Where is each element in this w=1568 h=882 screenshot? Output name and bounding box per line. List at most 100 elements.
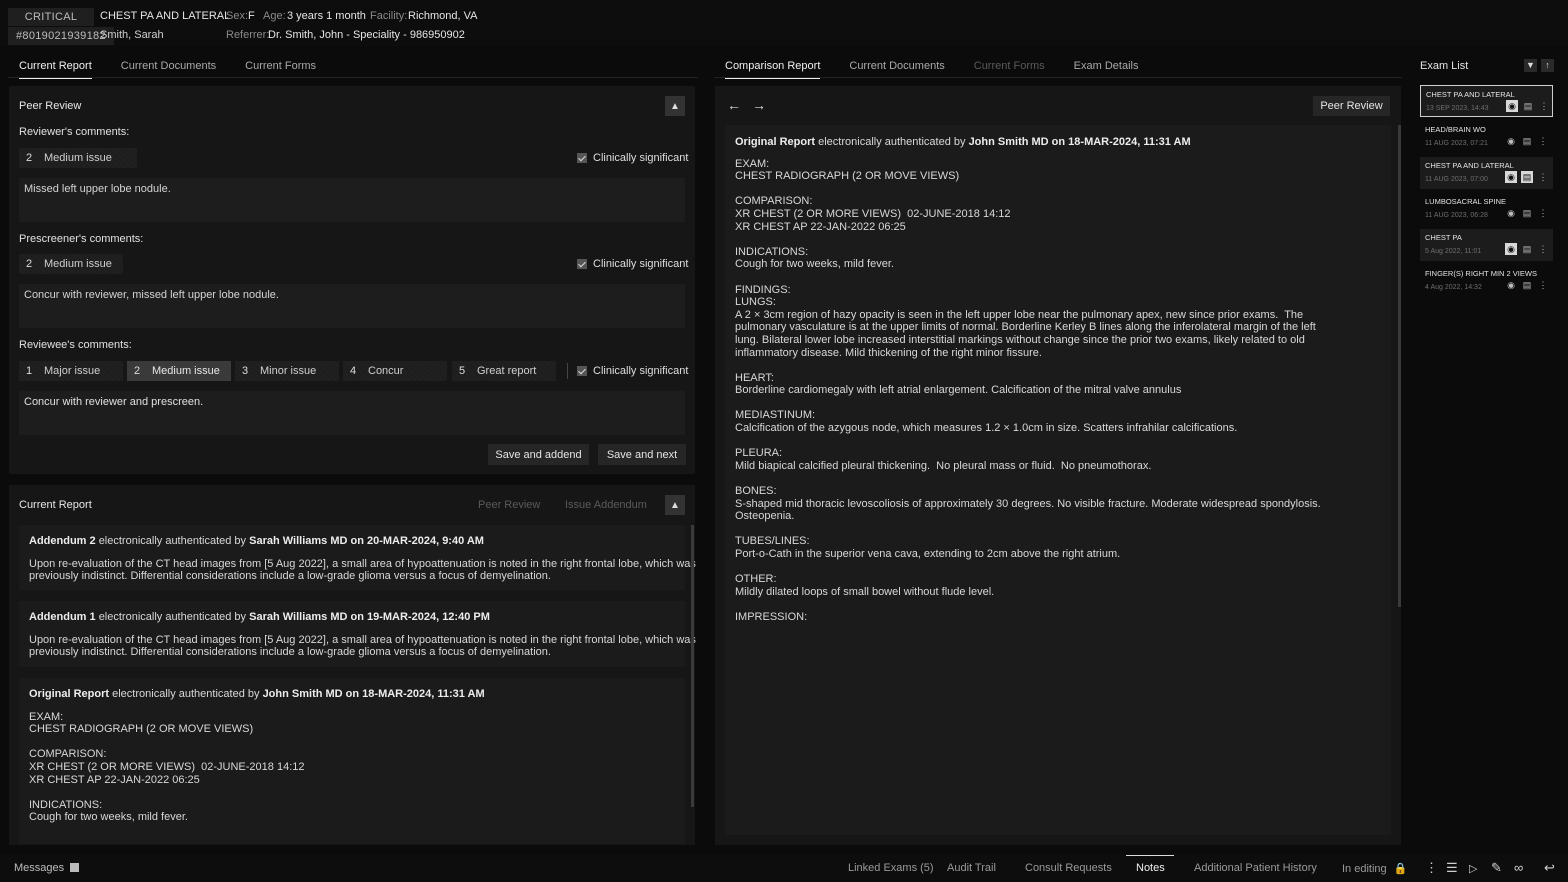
- kebab-icon[interactable]: ⋮: [1537, 207, 1549, 219]
- report-line: [735, 523, 1321, 536]
- checkbox-icon: [577, 153, 587, 163]
- checkbox-label: Clinically significant: [593, 258, 689, 270]
- chip-label: Great report: [477, 365, 537, 377]
- report-line: EXAM:: [735, 157, 770, 170]
- reviewee-option-concur[interactable]: 4 Concur: [343, 361, 447, 381]
- kebab-icon[interactable]: ⋮: [1537, 243, 1549, 255]
- kebab-icon[interactable]: ⋮: [1537, 171, 1549, 183]
- link-icon[interactable]: ∞: [1514, 860, 1523, 875]
- checkbox-label: Clinically significant: [593, 365, 689, 377]
- peer-review-link[interactable]: Peer Review: [478, 499, 540, 511]
- sex-label: Sex:: [226, 10, 249, 22]
- divider: [567, 363, 568, 379]
- checkbox-icon: [577, 366, 587, 376]
- arrow-right-icon[interactable]: →: [752, 97, 768, 113]
- report-line: EXAM:: [29, 710, 64, 723]
- messages-button[interactable]: Messages: [14, 862, 80, 874]
- exam-name: CHEST PA: [1425, 233, 1462, 242]
- report-line: Port-o-Cath in the superior vena cava, e…: [735, 548, 1121, 560]
- addendum-text: previously indistinct. Differential cons…: [29, 646, 551, 659]
- addendum-2: Addendum 2 electronically authenticated …: [29, 535, 696, 583]
- tab-divider-right: [714, 77, 1402, 78]
- reviewee-comment-input[interactable]: Concur with reviewer and prescreen.: [19, 391, 685, 435]
- eye-icon[interactable]: ◉: [1505, 279, 1517, 291]
- auth-text: electronically authenticated by: [818, 136, 966, 148]
- report-line: INDICATIONS:: [735, 245, 809, 258]
- document-icon[interactable]: ▤: [1521, 135, 1533, 147]
- reviewer-clinically-significant[interactable]: Clinically significant: [577, 152, 688, 164]
- kebab-icon[interactable]: ⋮: [1538, 100, 1550, 112]
- exam-list-item[interactable]: CHEST PA AND LATERAL 11 AUG 2023, 07:00 ◉ ▤…: [1420, 157, 1553, 189]
- report-line: IMPRESSION:: [735, 610, 808, 623]
- exam-title: CHEST PA AND LATERAL: [100, 10, 231, 22]
- reviewee-option-great[interactable]: 5 Great report: [452, 361, 556, 381]
- reviewee-option-minor[interactable]: 3 Minor issue: [235, 361, 339, 381]
- reviewee-clinically-significant[interactable]: Clinically significant: [577, 365, 688, 377]
- messages-label: Messages: [14, 862, 65, 874]
- document-icon[interactable]: ▤: [1521, 171, 1533, 183]
- document-icon[interactable]: ▤: [1521, 279, 1533, 291]
- report-line: inflammatory disease. Mild thickening of…: [735, 346, 1042, 359]
- report-scrollbar[interactable]: [691, 525, 694, 807]
- eye-icon[interactable]: ◉: [1506, 100, 1518, 112]
- active-tab-indicator: [1126, 855, 1174, 856]
- kebab-icon[interactable]: ⋮: [1537, 279, 1549, 291]
- footer-tab-notes[interactable]: Notes: [1136, 862, 1165, 874]
- document-icon[interactable]: ▤: [1522, 100, 1534, 112]
- kebab-icon[interactable]: ⋮: [1425, 860, 1438, 876]
- play-icon[interactable]: ▷: [1469, 862, 1477, 875]
- report-line: INDICATIONS:: [29, 798, 103, 811]
- report-label: Original Report: [29, 688, 110, 700]
- eye-icon[interactable]: ◉: [1505, 135, 1517, 147]
- chip-number: 5: [458, 365, 466, 377]
- document-icon[interactable]: ▤: [1521, 243, 1533, 255]
- report-line: Cough for two weeks, mild fever.: [735, 258, 894, 271]
- exam-list-item[interactable]: LUMBOSACRAL SPINE 11 AUG 2023, 06:28 ◉ ▤ ⋮: [1420, 193, 1553, 225]
- prescreener-clinically-significant[interactable]: Clinically significant: [577, 258, 688, 270]
- reviewee-comments-label: Reviewee's comments:: [19, 339, 132, 351]
- eye-icon[interactable]: ◉: [1505, 243, 1517, 255]
- footer-tab-audit-trail[interactable]: Audit Trail: [947, 862, 996, 874]
- comparison-peer-review-button[interactable]: Peer Review: [1313, 96, 1390, 116]
- filter-icon[interactable]: ▼: [1524, 59, 1537, 72]
- footer-tab-consult-requests[interactable]: Consult Requests: [1025, 862, 1112, 874]
- exam-list-item[interactable]: CHEST PA 5 Aug 2022, 11:01 ◉ ▤ ⋮: [1420, 229, 1553, 261]
- reviewee-option-major[interactable]: 1 Major issue: [19, 361, 123, 381]
- footer-tab-additional-history[interactable]: Additional Patient History: [1194, 862, 1317, 874]
- document-icon[interactable]: ▤: [1521, 207, 1533, 219]
- addendum-1: Addendum 1 electronically authenticated …: [29, 611, 696, 659]
- upload-icon[interactable]: ↑: [1541, 59, 1554, 72]
- message-icon: [70, 863, 80, 872]
- addendum-text: previously indistinct. Differential cons…: [29, 570, 551, 583]
- exam-list-item[interactable]: CHEST PA AND LATERAL 13 SEP 2023, 14:43 ◉ ▤…: [1420, 85, 1553, 117]
- accession-badge[interactable]: #8019021939182: [8, 27, 114, 45]
- eye-icon[interactable]: ◉: [1505, 171, 1517, 183]
- report-line: [735, 397, 1321, 410]
- addendum-label: Addendum 2: [29, 535, 96, 547]
- arrow-left-icon[interactable]: ←: [727, 97, 743, 113]
- save-and-next-button[interactable]: Save and next: [598, 444, 686, 465]
- issue-addendum-link[interactable]: Issue Addendum: [565, 499, 647, 511]
- report-line: [29, 736, 485, 749]
- reviewee-option-medium[interactable]: 2 Medium issue: [127, 361, 231, 381]
- referrer-value: Dr. Smith, John - Speciality - 986950902: [268, 29, 465, 41]
- return-icon[interactable]: ↩: [1544, 860, 1555, 876]
- collapse-peer-review-button[interactable]: ▲: [665, 96, 685, 116]
- collapse-current-report-button[interactable]: ▲: [665, 495, 685, 515]
- checklist-icon[interactable]: ☰: [1446, 860, 1458, 876]
- exam-list-item[interactable]: FINGER(S) RIGHT MIN 2 VIEWS 4 Aug 2022, 1…: [1420, 265, 1553, 297]
- exam-name: FINGER(S) RIGHT MIN 2 VIEWS: [1425, 269, 1537, 278]
- exam-date: 5 Aug 2022, 11:01: [1425, 248, 1482, 255]
- comparison-scrollbar[interactable]: [1398, 125, 1401, 607]
- facility-label: Facility:: [370, 10, 408, 22]
- kebab-icon[interactable]: ⋮: [1537, 135, 1549, 147]
- eye-icon[interactable]: ◉: [1505, 207, 1517, 219]
- save-and-addend-button[interactable]: Save and addend: [488, 444, 589, 465]
- tab-divider: [8, 77, 698, 78]
- exam-list-item[interactable]: HEAD/BRAIN WO 11 AUG 2023, 07:21 ◉ ▤ ⋮: [1420, 121, 1553, 153]
- footer-tab-linked-exams[interactable]: Linked Exams (5): [848, 862, 934, 874]
- chevron-up-icon: ▲: [670, 100, 680, 112]
- report-body: EXAM: CHEST RADIOGRAPH (2 OR MOVE VIEWS) …: [735, 158, 1321, 624]
- chip-number: 1: [25, 365, 33, 377]
- edit-icon[interactable]: ✎: [1491, 860, 1502, 876]
